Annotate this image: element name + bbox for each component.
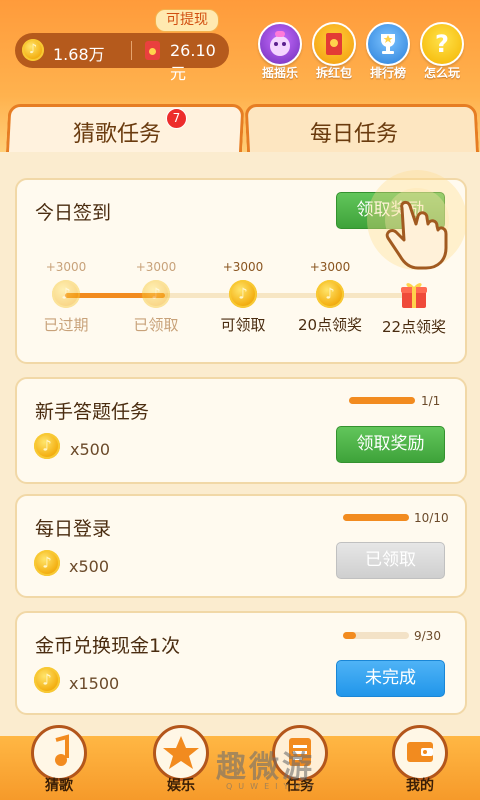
task-reward: x1500 [69, 674, 120, 693]
coin-icon [34, 667, 60, 693]
leaderboard-button[interactable]: 排行榜 [364, 22, 412, 81]
nav-entertainment-label: 娱乐 [167, 778, 195, 794]
red-envelope-icon [145, 41, 160, 60]
wallet-icon [392, 725, 448, 781]
checkin-step-3[interactable]: +3000 可领取 [203, 260, 283, 335]
how-to-play-button[interactable]: ? 怎么玩 [418, 22, 466, 81]
watermark-sub: QUWEIYOU [226, 782, 319, 791]
checkin-card: 今日签到 领取奖励 +3000 已过期 +3000 已领取 +3000 可领取 … [15, 170, 467, 364]
red-envelope-button[interactable]: 拆红包 [310, 22, 358, 81]
nav-guess-song-label: 猜歌 [45, 778, 73, 794]
shake-icon [258, 22, 302, 66]
task-title: 金币兑换现金1次 [35, 635, 181, 657]
task-progress-track [349, 397, 415, 404]
task-progress-fill [349, 397, 415, 404]
coin-icon [316, 280, 344, 308]
claimed-button[interactable]: 已领取 [336, 542, 445, 579]
nav-guess-song[interactable]: 猜歌 [29, 725, 89, 795]
coin-icon [142, 280, 170, 308]
tab-guess-song-label: 猜歌任务 [73, 122, 162, 147]
tap-hand-icon [367, 170, 467, 270]
task-title: 新手答题任务 [35, 401, 150, 423]
music-note-icon [31, 725, 87, 781]
divider [131, 41, 132, 60]
question-icon: ? [420, 22, 464, 66]
task-title: 每日登录 [35, 518, 112, 540]
task-reward: x500 [69, 557, 110, 576]
task-card-exchange-cash: 金币兑换现金1次 9/30 x1500 未完成 [15, 611, 467, 715]
trophy-icon [366, 22, 410, 66]
wallet-bar: 1.68万 26.10元 [15, 33, 229, 83]
task-progress-track [343, 514, 409, 521]
gift-icon [401, 283, 427, 308]
task-reward: x500 [70, 440, 111, 459]
withdraw-button[interactable]: 可提现 [155, 9, 219, 32]
task-progress-text: 1/1 [421, 394, 441, 408]
task-progress-text: 10/10 [414, 511, 449, 525]
coin-icon [229, 280, 257, 308]
coin-icon [22, 39, 44, 61]
watermark: 趣微游 [216, 750, 315, 785]
tab-daily-label: 每日任务 [310, 122, 399, 147]
red-envelope-icon [312, 22, 356, 66]
nav-entertainment[interactable]: 娱乐 [151, 725, 211, 795]
svg-text:?: ? [435, 30, 449, 58]
checkin-step-1: +3000 已过期 [26, 260, 106, 335]
checkin-step-2: +3000 已领取 [116, 260, 196, 335]
task-progress-fill [343, 514, 409, 521]
coins-balance: 1.68万 [53, 45, 105, 64]
nav-profile[interactable]: 我的 [390, 725, 450, 795]
incomplete-button[interactable]: 未完成 [336, 660, 445, 697]
task-progress-fill [343, 632, 357, 639]
checkin-title: 今日签到 [35, 202, 112, 224]
task-card-newbie-quiz: 新手答题任务 1/1 x500 领取奖励 [15, 377, 467, 484]
shake-button[interactable]: 摇摇乐 [256, 22, 304, 81]
notification-badge: 7 [166, 108, 187, 129]
coin-icon [34, 433, 60, 459]
coin-icon [34, 550, 60, 576]
coin-icon [52, 280, 80, 308]
star-icon [153, 725, 209, 781]
cash-balance: 26.10元 [170, 41, 216, 83]
task-card-daily-login: 每日登录 10/10 x500 已领取 [15, 494, 467, 598]
claim-reward-button[interactable]: 领取奖励 [336, 426, 445, 463]
task-progress-text: 9/30 [414, 629, 441, 643]
task-progress-track [343, 632, 409, 639]
nav-profile-label: 我的 [406, 778, 434, 794]
